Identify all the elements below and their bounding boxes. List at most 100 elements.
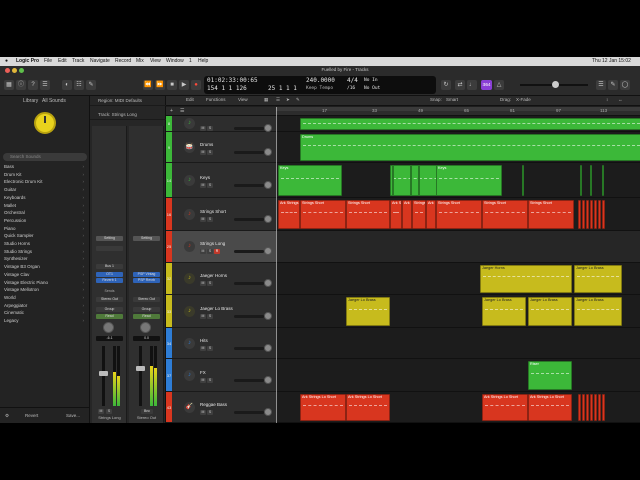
pointer-tool-icon[interactable]: ➤ [286,97,290,103]
cycle-area[interactable] [276,107,640,111]
library-item[interactable]: Legacy › [4,317,86,325]
volume-fader[interactable] [102,346,105,406]
library-item[interactable]: Bass › [4,163,86,171]
track-header[interactable]: 43 🎸 Reggae Bass M S [166,392,276,423]
master-volume-knob[interactable] [552,81,559,88]
track-lanes[interactable]: Drums Keys Keys Ark Strings Strings Short Str… [276,116,640,423]
midi-region[interactable] [594,200,597,229]
mute-button[interactable]: M [200,409,206,415]
midi-region[interactable]: Ark Strings [402,200,412,229]
notepad-button[interactable]: ✎ [608,80,618,90]
group-slot[interactable]: Group [96,307,123,312]
track-pan-knob[interactable] [264,124,272,132]
track-pan-knob[interactable] [264,247,272,255]
midi-region[interactable] [586,394,589,421]
track-volume-slider[interactable] [234,150,264,154]
track-pan-knob[interactable] [264,343,272,352]
volume-readout[interactable]: -6.1 [96,336,123,341]
lcd-signature[interactable]: 4/4 [347,77,358,84]
midi-region[interactable]: Jaeger Horns [480,265,572,293]
track-name[interactable]: FX [200,370,206,375]
mute-button[interactable]: M [200,377,206,383]
rewind-button[interactable]: ⏪ [143,80,153,90]
track-lane[interactable] [276,231,640,263]
track-pan-knob[interactable] [264,147,272,156]
midi-region[interactable]: Strings Short [436,200,482,229]
midi-region[interactable] [522,165,524,196]
mute-button[interactable]: M [200,216,206,222]
record-button[interactable]: ● [191,80,201,90]
solo-button[interactable]: S [207,149,213,155]
menu-1[interactable]: 1 [189,57,192,66]
library-item[interactable]: Guitar › [4,186,86,194]
track-header[interactable]: 37 ♪ FX M S [166,359,276,392]
midi-region[interactable]: Ark Strings Lo Short [346,394,390,421]
output-automation-mode[interactable]: Read [133,314,160,319]
list-view-icon[interactable]: ☰ [276,97,280,103]
mixer-button[interactable]: ☷ [74,80,84,90]
library-item[interactable]: Orchestral › [4,209,86,217]
revert-button[interactable]: Revert [25,413,38,418]
midi-region[interactable] [602,200,605,229]
library-item[interactable]: Piano › [4,225,86,233]
library-item[interactable]: Quick Sampler › [4,232,86,240]
track-pan-knob[interactable] [264,375,272,384]
input-slot[interactable]: Bus 1 [96,264,123,269]
library-item[interactable]: Arpeggiator › [4,302,86,310]
loop-browser-button[interactable]: ◯ [620,80,630,90]
menu-window[interactable]: Window [166,57,184,66]
lcd-in[interactable]: No In [364,78,378,83]
mute-button[interactable]: M [200,281,206,286]
menu-track[interactable]: Track [72,57,84,66]
mute-button[interactable]: M [200,149,206,155]
track-name[interactable]: Jaeger Horns [200,273,227,278]
mute-button[interactable]: M [200,345,206,351]
replace-button[interactable]: ⇄ [455,80,465,90]
count-in-badge[interactable]: Ǝ64 [481,80,492,90]
library-button[interactable]: ▦ [4,80,14,90]
midi-region[interactable] [598,394,601,421]
track-volume-slider[interactable] [234,127,264,130]
solo-button[interactable]: S [207,409,213,415]
output-volume-fader[interactable] [139,346,142,406]
record-enable-button[interactable]: R [214,249,220,254]
library-item[interactable]: Vintage Electric Piano › [4,279,86,287]
midi-region[interactable]: Jaeger Lo Brass [346,297,390,326]
insert-slot-2[interactable]: Reverb 1 [96,278,123,283]
midi-region[interactable]: Strings Short [528,200,574,229]
track-header[interactable]: 25 ♪ Strings Long M S R [166,231,276,263]
solo-button[interactable]: S [207,182,213,188]
smart-controls-button[interactable]: ◐ [62,80,72,90]
stop-button[interactable]: ■ [167,80,177,90]
midi-region[interactable] [418,165,420,196]
quick-help-button[interactable]: ? [28,80,38,90]
timeline-ruler[interactable]: 17 33 49 65 81 97 113 [276,107,640,116]
playhead[interactable] [276,107,277,423]
solo-button[interactable]: S [106,409,112,414]
midi-region[interactable] [590,394,593,421]
solo-button[interactable]: S [207,216,213,222]
menu-edit[interactable]: Edit [58,57,67,66]
track-header[interactable]: 34 ♪ Hits M S [166,328,276,359]
solo-button[interactable]: S [207,249,213,254]
library-item[interactable]: Synthesizer › [4,255,86,263]
midi-region[interactable] [598,200,601,229]
midi-region[interactable] [578,394,581,421]
mute-button[interactable]: M [98,409,104,414]
track-header[interactable]: 16 ♪ Strings Short M S [166,198,276,231]
track-pan-knob[interactable] [264,407,272,416]
menu-record[interactable]: Record [115,57,131,66]
midi-region[interactable] [602,394,605,421]
metronome-button[interactable]: △ [494,80,504,90]
library-item[interactable]: Electronic Drum Kit › [4,178,86,186]
snap-select[interactable]: Smart [446,97,458,102]
midi-region[interactable]: Jaeger Lo Brass [574,265,622,293]
midi-region[interactable]: Jaeger Lo Brass [528,297,572,326]
output-pan-knob[interactable] [140,322,151,333]
track-volume-slider[interactable] [234,282,264,285]
tuner-button[interactable]: ♩ [467,80,477,90]
track-pan-knob[interactable] [264,279,272,287]
track-name[interactable]: Jaeger Lo Brass [200,306,233,311]
view-menu[interactable]: View [238,97,248,102]
lcd-division[interactable]: /16 [347,86,355,91]
